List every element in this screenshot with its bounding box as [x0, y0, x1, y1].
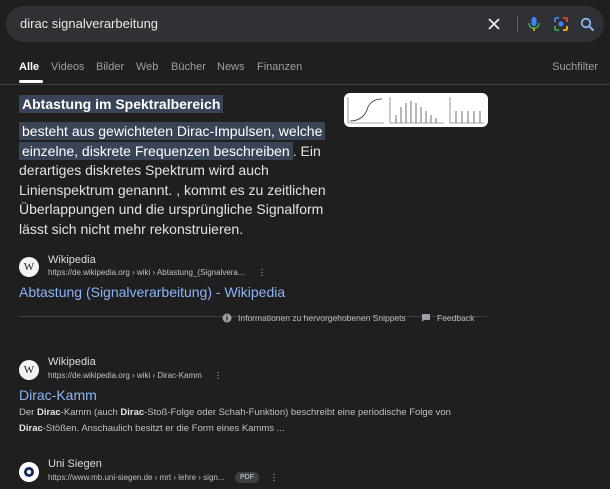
uni-siegen-logo-icon — [19, 462, 39, 482]
result-description: Der Dirac-Kamm (auch Dirac-Stoß-Folge od… — [19, 407, 451, 434]
featured-source-url[interactable]: https://de.wikipedia.org › wiki › Abtast… — [48, 268, 245, 277]
search-icon[interactable] — [578, 15, 596, 33]
result-site-name: Uni Siegen — [48, 458, 102, 470]
info-icon — [222, 313, 232, 323]
featured-result-title[interactable]: Abtastung (Signalverarbeitung) - Wikiped… — [19, 284, 285, 300]
close-icon[interactable] — [485, 15, 503, 33]
tab-web[interactable]: Web — [136, 61, 158, 73]
more-options-icon[interactable]: · · · — [271, 470, 277, 486]
tab-videos[interactable]: Videos — [51, 61, 84, 73]
search-input[interactable]: dirac signalverarbeitung — [20, 16, 158, 31]
tab-finanzen[interactable]: Finanzen — [257, 61, 302, 73]
more-options-icon[interactable]: · · · — [215, 368, 221, 384]
result-url[interactable]: https://www.mb.uni-siegen.de › mrt › leh… — [48, 473, 225, 482]
tabs-divider — [0, 84, 610, 85]
result-url[interactable]: https://de.wikipedia.org › wiki › Dirac-… — [48, 371, 202, 380]
featured-snippet-highlight: besteht aus gewichteten Dirac-Impulsen, … — [19, 122, 326, 160]
about-featured-snippets[interactable]: Informationen zu hervorgehobenen Snippet… — [222, 313, 406, 323]
lens-icon[interactable] — [552, 15, 570, 33]
active-tab-indicator — [19, 80, 43, 83]
microphone-icon[interactable] — [525, 15, 543, 33]
featured-source-site: Wikipedia — [48, 254, 96, 266]
search-bar[interactable]: dirac signalverarbeitung — [6, 6, 604, 42]
wikipedia-w-icon: W — [19, 257, 39, 277]
featured-snippet-thumbnail[interactable] — [344, 93, 488, 127]
tab-buecher[interactable]: Bücher — [171, 61, 206, 73]
tab-alle[interactable]: Alle — [19, 61, 39, 73]
result-title[interactable]: Dirac-Kamm — [19, 387, 97, 403]
search-tools-button[interactable]: Suchfilter — [552, 61, 598, 73]
result-site-name: Wikipedia — [48, 356, 96, 368]
tab-news[interactable]: News — [217, 61, 245, 73]
feedback-button[interactable]: Feedback — [421, 313, 474, 323]
featured-snippet-text: besteht aus gewichteten Dirac-Impulsen, … — [19, 122, 335, 239]
featured-snippet-heading: Abtastung im Spektralbereich — [19, 95, 224, 113]
search-bar-divider — [517, 15, 518, 33]
more-options-icon[interactable]: · · · — [259, 265, 265, 281]
tab-bilder[interactable]: Bilder — [96, 61, 124, 73]
pdf-badge: PDF — [235, 472, 259, 483]
wikipedia-w-icon: W — [19, 360, 39, 380]
feedback-icon — [422, 314, 430, 322]
